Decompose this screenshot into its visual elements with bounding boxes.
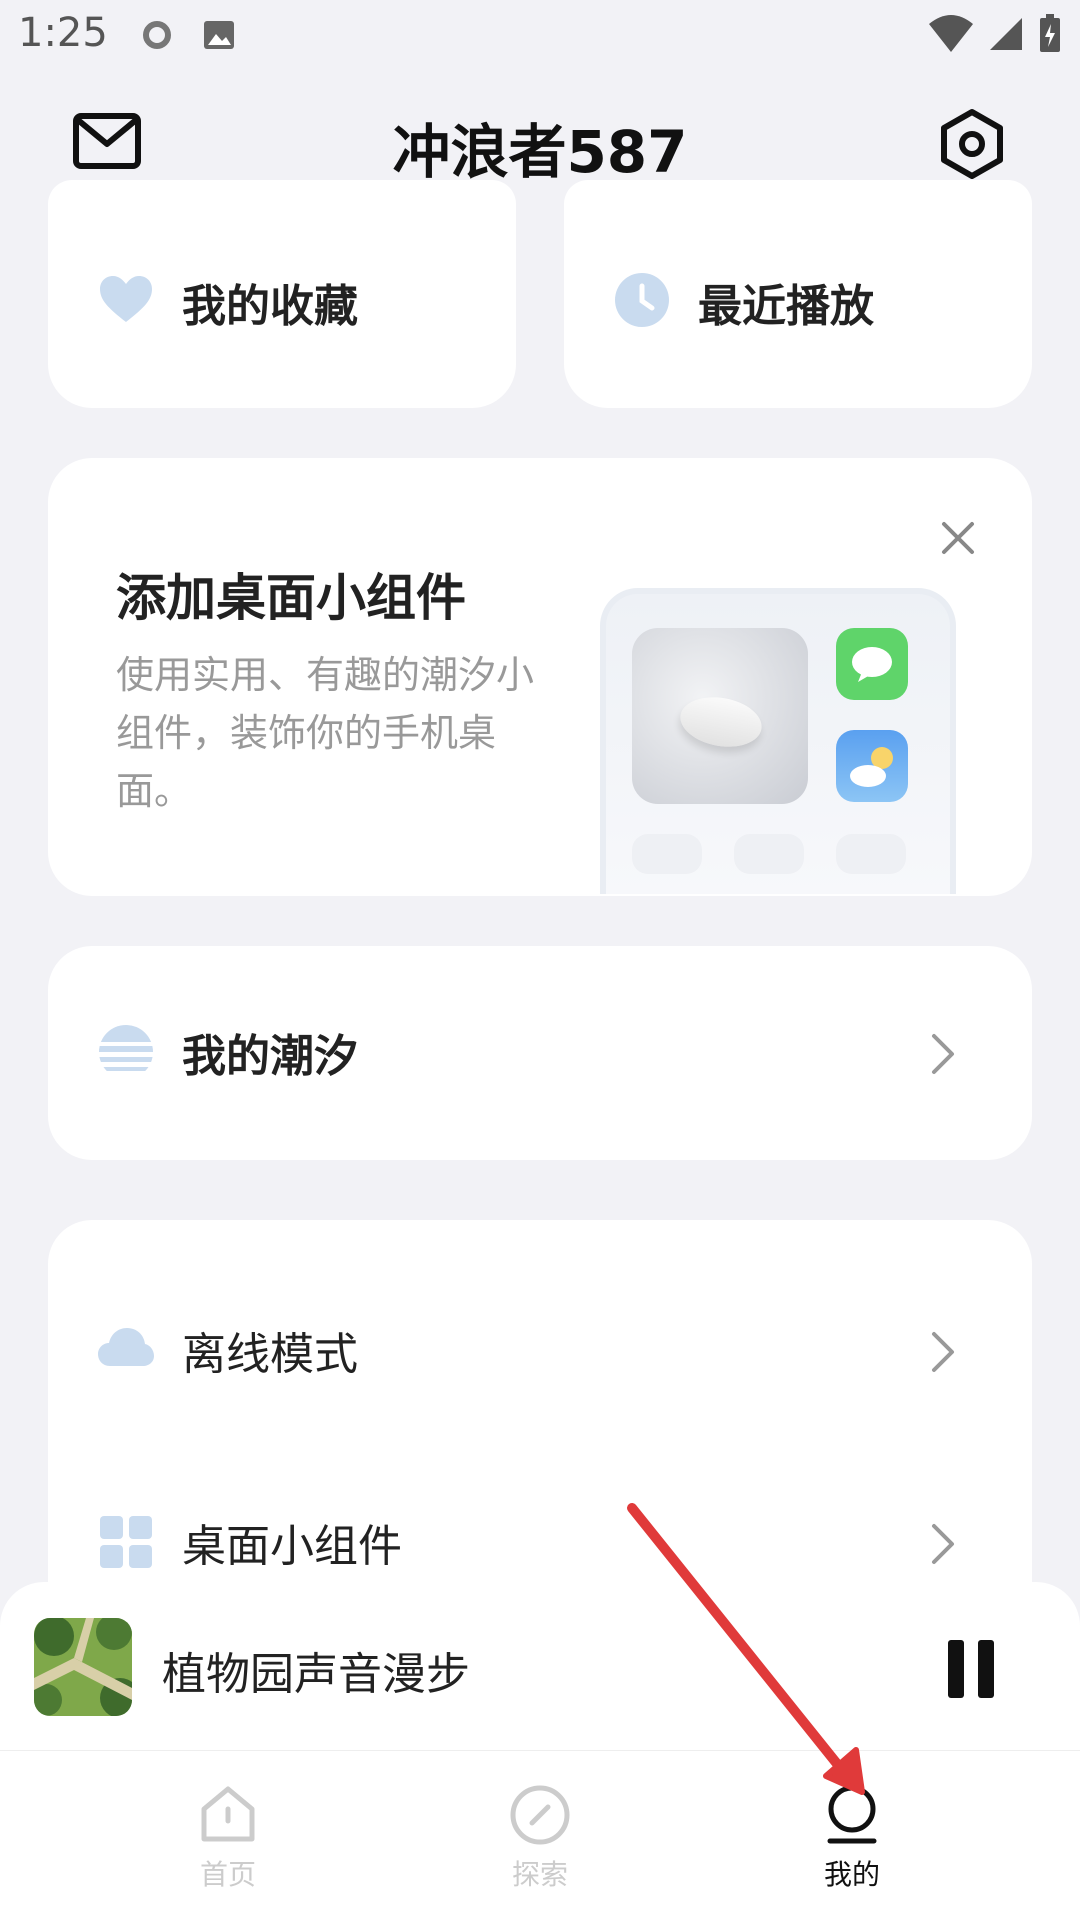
weather-app-icon xyxy=(836,730,908,802)
settings-icon[interactable] xyxy=(936,108,1008,180)
recent-card[interactable]: 最近播放 xyxy=(564,180,1032,408)
tab-home-label: 首页 xyxy=(199,1858,256,1891)
recent-label: 最近播放 xyxy=(698,281,874,332)
close-icon[interactable] xyxy=(934,514,982,562)
compass-icon xyxy=(510,1785,570,1845)
chevron-right-icon xyxy=(932,1332,954,1372)
widget-card-title: 添加桌面小组件 xyxy=(116,569,466,627)
bottom-nav: 首页 探索 我的 xyxy=(0,1750,1080,1921)
heart-icon xyxy=(100,276,152,322)
grid-icon xyxy=(100,1516,152,1568)
home-icon xyxy=(201,1786,255,1842)
page-title: 冲浪者587 xyxy=(392,118,688,186)
message-app-icon xyxy=(836,628,908,700)
tab-explore[interactable]: 探索 xyxy=(460,1783,620,1893)
status-right-icons xyxy=(928,14,1062,54)
chevron-right-icon xyxy=(932,1524,954,1564)
tab-mine[interactable]: 我的 xyxy=(772,1783,932,1893)
favorites-label: 我的收藏 xyxy=(182,281,358,332)
preview-widget-large xyxy=(632,628,808,804)
tab-home[interactable]: 首页 xyxy=(148,1783,308,1893)
now-playing-title: 植物园声音漫步 xyxy=(162,1649,470,1700)
my-tide-card[interactable]: 我的潮汐 xyxy=(48,946,1032,1160)
favorites-card[interactable]: 我的收藏 xyxy=(48,180,516,408)
mini-player[interactable]: 植物园声音漫步 xyxy=(0,1582,1080,1750)
image-icon xyxy=(204,21,234,49)
cloud-icon xyxy=(98,1328,154,1366)
status-time: 1:25 xyxy=(18,10,108,56)
wifi-icon xyxy=(929,15,973,52)
add-widget-card[interactable]: 添加桌面小组件 使用实用、有趣的潮汐小组件，装饰你的手机桌面。 xyxy=(48,458,1032,896)
tab-mine-label: 我的 xyxy=(823,1858,880,1891)
offline-mode-row[interactable]: 离线模式 xyxy=(48,1290,1032,1410)
tide-icon xyxy=(99,1025,153,1071)
my-tide-label: 我的潮汐 xyxy=(182,1031,358,1082)
pause-button[interactable] xyxy=(948,1640,994,1698)
signal-icon xyxy=(990,18,1022,50)
album-art xyxy=(34,1618,132,1716)
offline-mode-label: 离线模式 xyxy=(182,1329,358,1380)
status-left-icons xyxy=(140,18,236,52)
battery-icon xyxy=(1040,14,1060,52)
desktop-widgets-label: 桌面小组件 xyxy=(182,1521,402,1572)
clock-icon xyxy=(615,273,669,327)
sync-icon xyxy=(143,21,171,49)
tab-explore-label: 探索 xyxy=(511,1858,568,1891)
chevron-right-icon xyxy=(932,1034,954,1074)
profile-icon xyxy=(827,1785,877,1844)
widget-card-description: 使用实用、有趣的潮汐小组件，装饰你的手机桌面。 xyxy=(116,653,535,813)
widget-preview-image xyxy=(600,588,956,894)
